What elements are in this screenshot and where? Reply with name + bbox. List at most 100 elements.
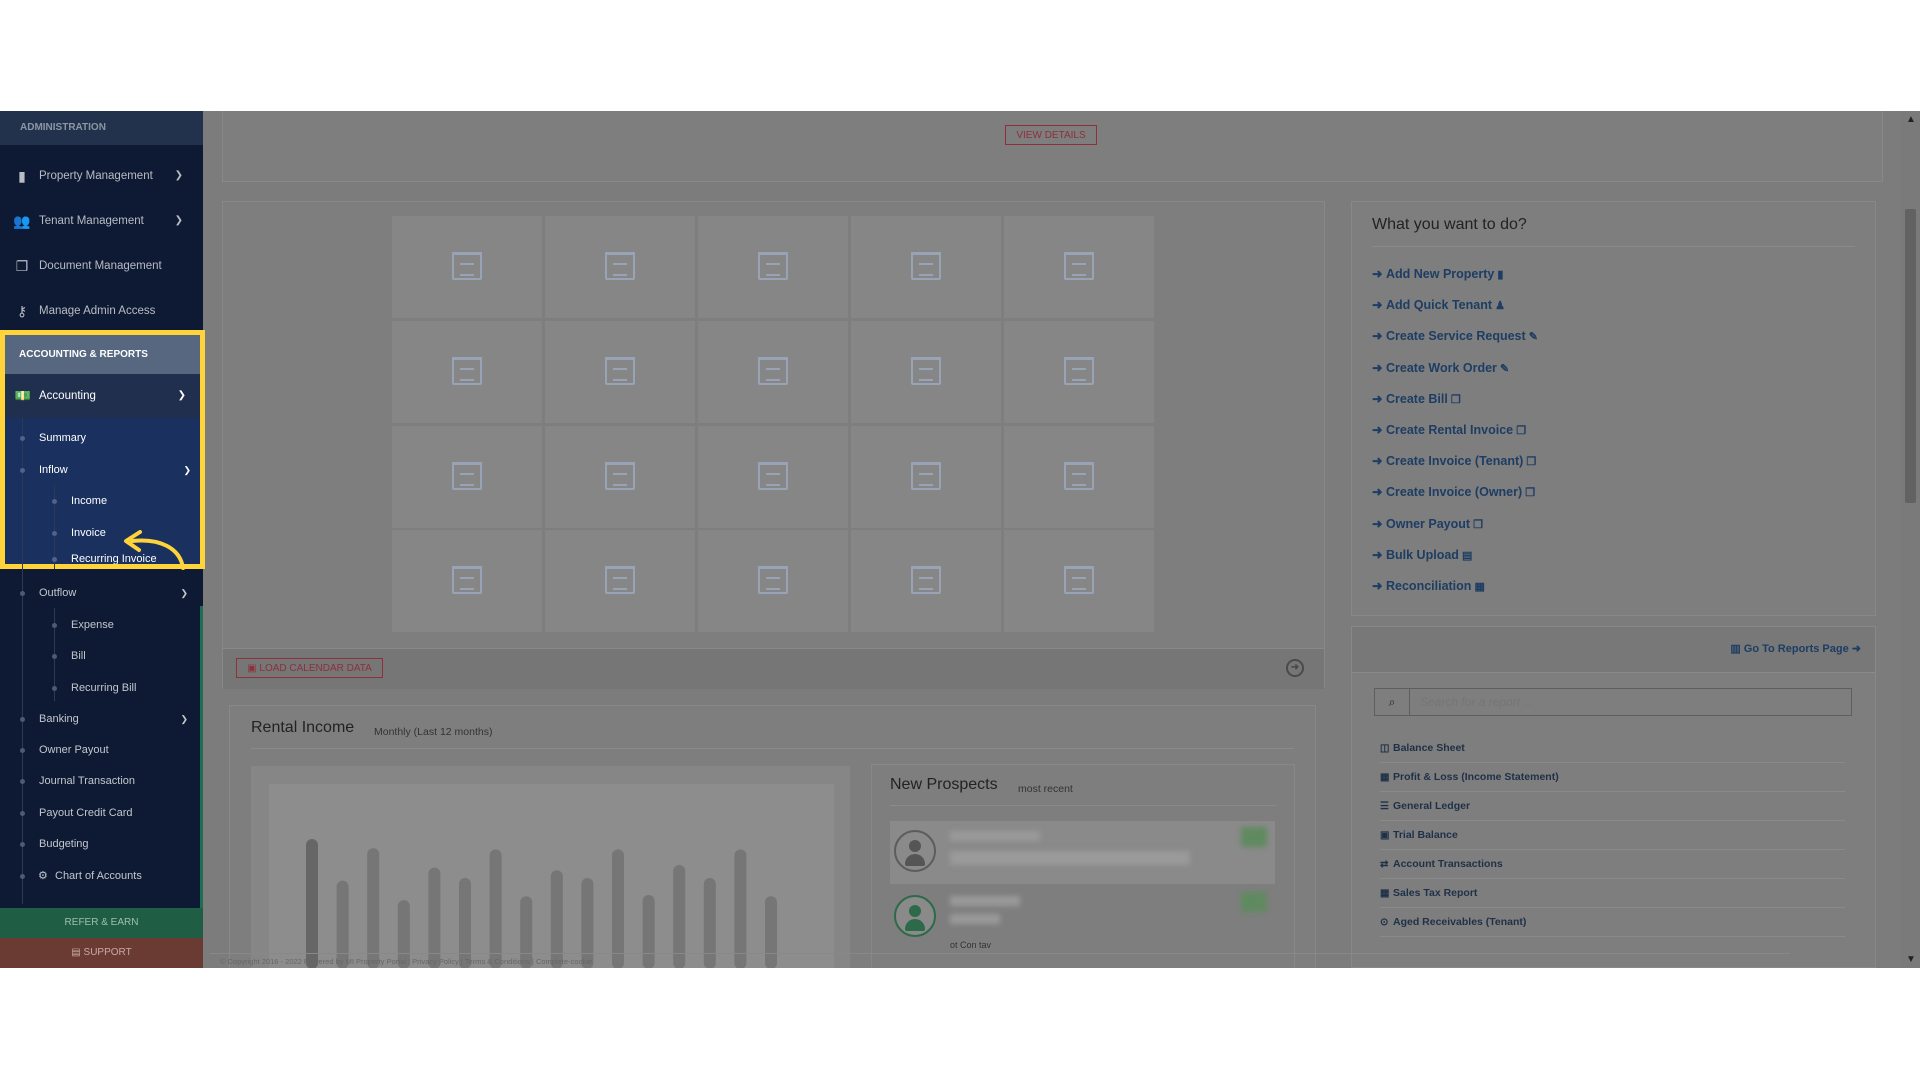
calendar-cell[interactable] — [1004, 530, 1154, 632]
support-button[interactable]: ▤ SUPPORT — [0, 938, 203, 968]
report-link[interactable]: ⇄ Account Transactions — [1380, 850, 1845, 879]
sidebar-item-income[interactable]: Income — [5, 486, 200, 517]
report-link[interactable]: ◫ Balance Sheet — [1380, 734, 1845, 763]
sidebar-item-manage-admin-access[interactable]: ⚷ Manage Admin Access — [0, 289, 203, 333]
prospect-row[interactable]: ot Con tav — [890, 886, 1275, 950]
calendar-cell[interactable] — [545, 216, 695, 318]
action-link[interactable]: ➜ Bulk Upload ▤ — [1372, 547, 1472, 562]
calendar-cell[interactable] — [698, 216, 848, 318]
chart-bar[interactable] — [306, 839, 318, 968]
calendar-cell[interactable] — [1004, 426, 1154, 528]
action-link[interactable]: ➜ Create Service Request ✎ — [1372, 328, 1538, 343]
actions-title: What you want to do? — [1372, 216, 1527, 233]
report-label: Trial Balance — [1393, 829, 1458, 841]
sidebar-item-label: Owner Payout — [39, 744, 109, 756]
clock-icon: ⊙ — [1380, 917, 1389, 928]
calendar-panel: ▣ LOAD CALENDAR DATA ➜ — [222, 201, 1325, 689]
sidebar-item-journal-transaction[interactable]: Journal Transaction — [0, 766, 203, 797]
sidebar-item-label: Recurring Bill — [71, 682, 137, 694]
arrow-right-circle-icon[interactable]: ➜ — [1286, 659, 1304, 677]
report-search-input[interactable] — [1410, 689, 1850, 715]
arrow-right-icon: ➜ — [1372, 485, 1383, 500]
calendar-cell[interactable] — [1004, 216, 1154, 318]
sidebar-item-chart-of-accounts[interactable]: ⚙ Chart of Accounts — [0, 861, 203, 892]
gear-icon: ⚙ — [38, 870, 48, 882]
sidebar-item-expense[interactable]: Expense — [0, 610, 203, 641]
action-link[interactable]: ➜ Owner Payout ❐ — [1372, 516, 1483, 531]
book-icon: ▤ — [71, 947, 84, 958]
scroll-thumb[interactable] — [1905, 209, 1916, 503]
sidebar-item-budgeting[interactable]: Budgeting — [0, 829, 203, 860]
calendar-cell[interactable] — [851, 426, 1001, 528]
calendar-grid — [392, 216, 1154, 634]
calendar-icon — [605, 566, 635, 594]
calendar-cell[interactable] — [851, 530, 1001, 632]
sidebar-item-banking[interactable]: Banking ❯ — [0, 704, 203, 735]
sidebar-item-bill[interactable]: Bill — [0, 641, 203, 672]
sidebar-item-tenant-management[interactable]: 👥 Tenant Management ❯ — [0, 199, 203, 243]
action-link[interactable]: ➜ Reconciliation ▦ — [1372, 578, 1485, 593]
highlight-box: ACCOUNTING & REPORTS 💵 Accounting ❯ Summ… — [0, 330, 205, 570]
action-link[interactable]: ➜ Create Rental Invoice ❐ — [1372, 422, 1526, 437]
sidebar-item-outflow[interactable]: Outflow ❯ — [0, 578, 203, 609]
prospect-row[interactable] — [890, 821, 1275, 884]
report-link[interactable]: ⊙ Aged Receivables (Tenant) — [1380, 908, 1845, 937]
sidebar-item-owner-payout[interactable]: Owner Payout — [0, 735, 203, 766]
action-link[interactable]: ➜ Create Invoice (Tenant) ❐ — [1372, 453, 1536, 468]
action-link[interactable]: ➜ Add Quick Tenant ♟ — [1372, 297, 1505, 312]
sidebar-item-label: Payout Credit Card — [39, 807, 133, 819]
go-to-reports-link[interactable]: ▥ Go To Reports Page ➜ — [1730, 642, 1861, 655]
calendar-cell[interactable] — [698, 426, 848, 528]
action-link[interactable]: ➜ Create Bill ❐ — [1372, 391, 1461, 406]
action-link[interactable]: ➜ Add New Property ▮ — [1372, 266, 1503, 281]
report-link[interactable]: ▣ Trial Balance — [1380, 821, 1845, 850]
calendar-icon — [1064, 462, 1094, 490]
calendar-cell[interactable] — [1004, 321, 1154, 423]
calendar-icon — [758, 357, 788, 385]
report-link[interactable]: ▦ Sales Tax Report — [1380, 879, 1845, 908]
calendar-cell[interactable] — [545, 426, 695, 528]
scrollbar[interactable]: ▲ ▼ — [1901, 111, 1920, 968]
scroll-up-icon[interactable]: ▲ — [1906, 114, 1916, 125]
blurred-text — [950, 851, 1190, 865]
arrow-right-icon: ➜ — [1848, 643, 1861, 655]
sidebar-item-summary[interactable]: Summary — [5, 423, 200, 454]
calendar-cell[interactable] — [392, 321, 542, 423]
chart-bar[interactable] — [734, 849, 747, 968]
load-calendar-button[interactable]: ▣ LOAD CALENDAR DATA — [236, 658, 383, 678]
chevron-down-icon: ❯ — [174, 170, 183, 181]
chart-bar[interactable] — [367, 848, 380, 968]
sidebar-item-payout-credit-card[interactable]: Payout Credit Card — [0, 798, 203, 829]
action-link[interactable]: ➜ Create Work Order ✎ — [1372, 360, 1509, 375]
action-link[interactable]: ➜ Create Invoice (Owner) ❐ — [1372, 484, 1535, 499]
sidebar-item-recurring-bill[interactable]: Recurring Bill — [0, 673, 203, 704]
sidebar-item-property-management[interactable]: ▮ Property Management ❯ — [0, 154, 203, 198]
calendar-cell[interactable] — [698, 530, 848, 632]
refer-earn-button[interactable]: REFER & EARN — [0, 908, 203, 938]
view-details-button[interactable]: VIEW DETAILS — [1005, 125, 1097, 145]
calendar-cell[interactable] — [698, 321, 848, 423]
arrow-right-icon: ➜ — [1372, 267, 1383, 281]
action-label: Add Quick Tenant — [1386, 298, 1493, 313]
chart-bar[interactable] — [489, 849, 502, 968]
scroll-down-icon[interactable]: ▼ — [1906, 954, 1916, 965]
calendar-cell[interactable] — [851, 321, 1001, 423]
calculator-icon: ▦ — [1471, 581, 1485, 593]
report-link[interactable]: ☰ General Ledger — [1380, 792, 1845, 821]
calendar-cell[interactable] — [545, 530, 695, 632]
calendar-cell[interactable] — [392, 426, 542, 528]
chart-bar[interactable] — [612, 849, 624, 968]
report-label: General Ledger — [1393, 800, 1471, 812]
building-icon: ▮ — [1494, 269, 1504, 281]
calendar-cell[interactable] — [392, 530, 542, 632]
calendar-cell[interactable] — [545, 321, 695, 423]
search-icon[interactable]: ⌕ — [1375, 689, 1410, 715]
sidebar-item-accounting[interactable]: 💵 Accounting ❯ — [5, 374, 200, 418]
sidebar-item-inflow[interactable]: Inflow ❯ — [5, 455, 200, 486]
calendar-cell[interactable] — [392, 216, 542, 318]
sidebar-item-label: Chart of Accounts — [55, 870, 142, 882]
report-link[interactable]: ▦ Profit & Loss (Income Statement) — [1380, 763, 1845, 792]
calendar-cell[interactable] — [851, 216, 1001, 318]
sidebar-item-document-management[interactable]: ❐ Document Management — [0, 244, 203, 288]
top-summary-panel: VIEW DETAILS — [222, 111, 1883, 182]
